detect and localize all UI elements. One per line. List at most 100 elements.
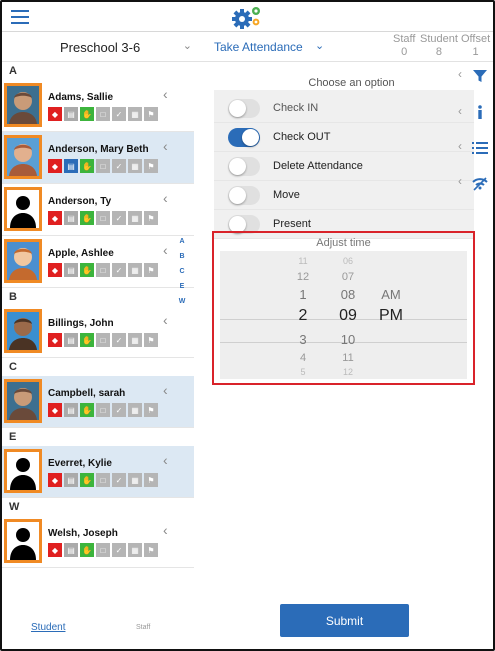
document-icon[interactable]: ▤ (64, 403, 78, 417)
student-row[interactable]: Anderson, Mary Beth ‹ ◆ ▤ ✋ □ ✓ ▦ ⚑ (2, 132, 194, 184)
calendar-icon[interactable]: ▦ (128, 159, 142, 173)
student-row[interactable]: Apple, Ashlee ‹ ◆ ▤ ✋ □ ✓ ▦ ⚑ (2, 236, 194, 288)
tab-student[interactable]: Student (31, 622, 65, 633)
note-icon[interactable]: □ (96, 211, 110, 225)
note-icon[interactable]: □ (96, 403, 110, 417)
student-row[interactable]: Adams, Sallie ‹ ◆ ▤ ✋ □ ✓ ▦ ⚑ (2, 80, 194, 132)
document-icon[interactable]: ▤ (64, 159, 78, 173)
option-move[interactable]: Move (214, 181, 474, 210)
medical-icon[interactable]: ◆ (48, 403, 62, 417)
calendar-icon[interactable]: ▦ (128, 263, 142, 277)
checklist-icon[interactable]: ✓ (112, 211, 126, 225)
picker-ampm[interactable]: AM (371, 287, 411, 302)
chevron-left-icon[interactable]: ‹ (163, 190, 168, 206)
picker-minute[interactable]: 09 (328, 307, 368, 325)
option-check-in[interactable]: Check IN (214, 94, 474, 123)
picker-hour[interactable]: 2 (283, 307, 323, 325)
picker-hour[interactable]: 4 (283, 352, 323, 364)
chevron-left-icon[interactable]: ‹ (458, 67, 462, 81)
alpha-index-letter[interactable]: A (175, 234, 189, 249)
picker-ampm[interactable]: PM (371, 307, 411, 325)
checklist-icon[interactable]: ✓ (112, 403, 126, 417)
picker-hour[interactable]: 11 (283, 256, 323, 266)
class-selector[interactable]: Preschool 3-6 ⌄ (2, 32, 194, 61)
list-icon[interactable] (472, 140, 488, 156)
hand-icon[interactable]: ✋ (80, 159, 94, 173)
document-icon[interactable]: ▤ (64, 107, 78, 121)
picker-minute[interactable]: 11 (328, 352, 368, 364)
chevron-left-icon[interactable]: ‹ (163, 382, 168, 398)
medical-icon[interactable]: ◆ (48, 543, 62, 557)
alpha-index-letter[interactable]: E (175, 279, 189, 294)
chevron-left-icon[interactable]: ‹ (163, 242, 168, 258)
document-icon[interactable]: ▤ (64, 473, 78, 487)
alpha-index[interactable]: A B C E W (175, 234, 189, 309)
note-icon[interactable]: □ (96, 263, 110, 277)
bell-icon[interactable]: ⚑ (144, 543, 158, 557)
alpha-index-letter[interactable]: B (175, 249, 189, 264)
chevron-left-icon[interactable]: ‹ (458, 104, 462, 118)
student-row[interactable]: Anderson, Ty ‹ ◆ ▤ ✋ □ ✓ ▦ ⚑ (2, 184, 194, 236)
medical-icon[interactable]: ◆ (48, 211, 62, 225)
chevron-left-icon[interactable]: ‹ (163, 312, 168, 328)
toggle-move[interactable] (228, 186, 260, 205)
hand-icon[interactable]: ✋ (80, 333, 94, 347)
note-icon[interactable]: □ (96, 333, 110, 347)
alpha-index-letter[interactable]: C (175, 264, 189, 279)
student-row[interactable]: Welsh, Joseph ‹ ◆ ▤ ✋ □ ✓ ▦ ⚑ (2, 516, 194, 568)
checklist-icon[interactable]: ✓ (112, 159, 126, 173)
hand-icon[interactable]: ✋ (80, 473, 94, 487)
student-list[interactable]: A Adams, Sallie ‹ ◆ ▤ ✋ □ ✓ ▦ ⚑ Anderson, Mary Bet… (2, 62, 194, 607)
checklist-icon[interactable]: ✓ (112, 333, 126, 347)
medical-icon[interactable]: ◆ (48, 107, 62, 121)
calendar-icon[interactable]: ▦ (128, 543, 142, 557)
document-icon[interactable]: ▤ (64, 543, 78, 557)
submit-button[interactable]: Submit (280, 604, 409, 637)
picker-minute[interactable]: 10 (328, 332, 368, 347)
hand-icon[interactable]: ✋ (80, 403, 94, 417)
toggle-check-out[interactable] (228, 128, 260, 147)
option-delete-attendance[interactable]: Delete Attendance (214, 152, 474, 181)
student-row[interactable]: Billings, John ‹ ◆ ▤ ✋ □ ✓ ▦ ⚑ (2, 306, 194, 358)
chevron-left-icon[interactable]: ‹ (163, 86, 168, 102)
bell-icon[interactable]: ⚑ (144, 107, 158, 121)
picker-minute[interactable]: 08 (328, 287, 368, 302)
bell-icon[interactable]: ⚑ (144, 403, 158, 417)
document-icon[interactable]: ▤ (64, 263, 78, 277)
bell-icon[interactable]: ⚑ (144, 211, 158, 225)
picker-hour[interactable]: 12 (283, 271, 323, 283)
picker-minute[interactable]: 06 (328, 256, 368, 266)
student-row[interactable]: Campbell, sarah ‹ ◆ ▤ ✋ □ ✓ ▦ ⚑ (2, 376, 194, 428)
hand-icon[interactable]: ✋ (80, 263, 94, 277)
action-selector[interactable]: Take Attendance ⌄ (214, 32, 334, 61)
checklist-icon[interactable]: ✓ (112, 263, 126, 277)
medical-icon[interactable]: ◆ (48, 473, 62, 487)
bell-icon[interactable]: ⚑ (144, 159, 158, 173)
picker-hour[interactable]: 1 (283, 287, 323, 302)
document-icon[interactable]: ▤ (64, 211, 78, 225)
note-icon[interactable]: □ (96, 473, 110, 487)
alpha-index-letter[interactable]: W (175, 294, 189, 309)
chevron-left-icon[interactable]: ‹ (458, 139, 462, 153)
student-row[interactable]: Everret, Kylie ‹ ◆ ▤ ✋ □ ✓ ▦ ⚑ (2, 446, 194, 498)
picker-hour[interactable]: 3 (283, 332, 323, 347)
option-check-out[interactable]: Check OUT (214, 123, 474, 152)
hand-icon[interactable]: ✋ (80, 543, 94, 557)
picker-minute[interactable]: 07 (328, 271, 368, 283)
bell-icon[interactable]: ⚑ (144, 263, 158, 277)
chevron-left-icon[interactable]: ‹ (163, 138, 168, 154)
medical-icon[interactable]: ◆ (48, 159, 62, 173)
checklist-icon[interactable]: ✓ (112, 107, 126, 121)
calendar-icon[interactable]: ▦ (128, 107, 142, 121)
wifi-icon[interactable] (472, 175, 488, 191)
calendar-icon[interactable]: ▦ (128, 211, 142, 225)
chevron-left-icon[interactable]: ‹ (163, 522, 168, 538)
document-icon[interactable]: ▤ (64, 333, 78, 347)
hand-icon[interactable]: ✋ (80, 107, 94, 121)
info-icon[interactable] (472, 104, 488, 120)
hand-icon[interactable]: ✋ (80, 211, 94, 225)
toggle-check-in[interactable] (228, 99, 260, 118)
medical-icon[interactable]: ◆ (48, 333, 62, 347)
note-icon[interactable]: □ (96, 159, 110, 173)
checklist-icon[interactable]: ✓ (112, 473, 126, 487)
